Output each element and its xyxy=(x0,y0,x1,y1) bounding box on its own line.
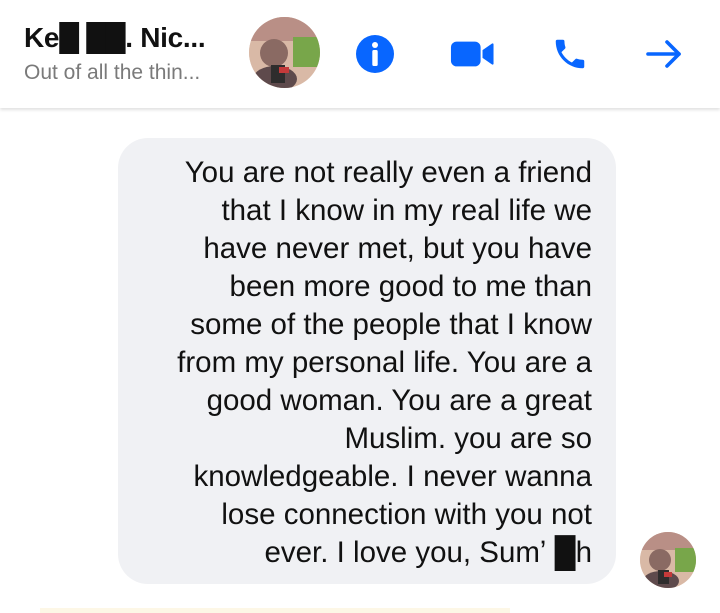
forward-button[interactable] xyxy=(642,32,686,76)
message-bubble[interactable]: You are not really even a friend that I … xyxy=(118,138,616,584)
contact-info[interactable]: Ke█ ██. Nic... Out of all the thin... xyxy=(24,22,234,86)
info-button[interactable] xyxy=(353,32,397,76)
composer-edge xyxy=(40,608,510,613)
message-thread[interactable]: You are not really even a friend that I … xyxy=(0,108,720,613)
last-message-preview: Out of all the thin... xyxy=(24,61,201,84)
video-camera-icon xyxy=(450,41,494,67)
contact-avatar[interactable] xyxy=(249,17,320,88)
chat-header: Ke█ ██. Nic... Out of all the thin... xyxy=(0,0,720,108)
phone-icon xyxy=(555,39,585,69)
message-text: You are not really even a friend that I … xyxy=(177,156,592,569)
voice-call-button[interactable] xyxy=(548,32,592,76)
arrow-right-icon xyxy=(646,40,681,68)
blurred-profile-photo xyxy=(249,17,320,88)
info-icon xyxy=(356,35,394,73)
sender-avatar[interactable] xyxy=(640,532,696,588)
contact-name: Ke█ ██. Nic... xyxy=(24,22,206,53)
video-call-button[interactable] xyxy=(450,32,494,76)
blurred-profile-photo xyxy=(640,532,696,588)
